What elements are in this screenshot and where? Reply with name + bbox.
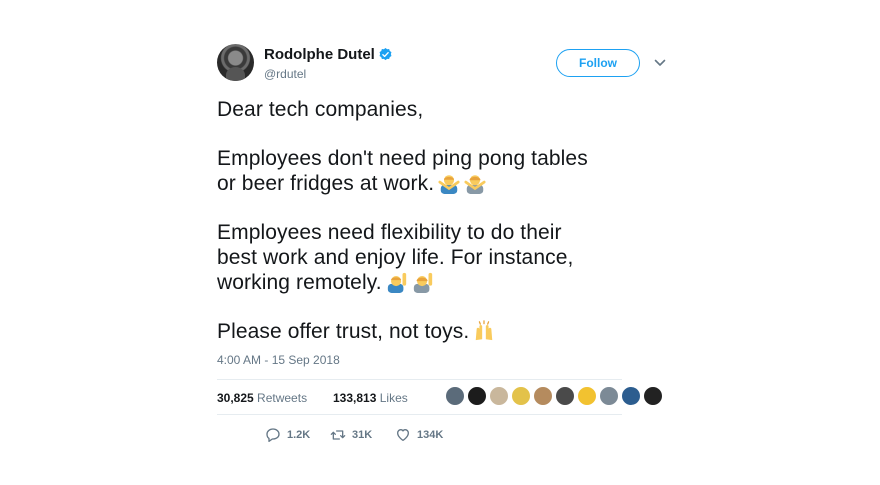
tweet-line-with-emoji: working remotely. (217, 270, 671, 295)
follow-button[interactable]: Follow (556, 49, 640, 77)
engagement-stats: 30,825 Retweets 133,813 Likes (217, 380, 671, 414)
retweet-icon (330, 430, 346, 440)
reply-icon (266, 428, 280, 442)
tweet-line: Employees don't need ping pong tables (217, 147, 588, 170)
avatar[interactable] (217, 44, 254, 81)
tweet-text: Dear tech companies, Employees don't nee… (217, 97, 671, 344)
liker-avatar[interactable] (577, 386, 597, 406)
tweet-line-with-emoji: or beer fridges at work. (217, 171, 671, 196)
liker-avatar[interactable] (621, 386, 641, 406)
liker-avatar[interactable] (489, 386, 509, 406)
reply-count: 1.2K (287, 429, 311, 441)
retweets-label: Retweets (257, 391, 308, 405)
likes-count: 133,813 (333, 391, 377, 405)
raising-hands-emoji (476, 320, 493, 341)
liker-avatar[interactable] (511, 386, 531, 406)
tweet-line: best work and enjoy life. For instance, (217, 246, 574, 269)
author-block: Rodolphe Dutel @rdutel (264, 46, 393, 81)
likes-stat[interactable]: 133,813 Likes (333, 391, 408, 405)
tweet-paragraph: Employees don't need ping pong tables or… (217, 146, 671, 196)
woman-raising-hand-emoji (413, 272, 432, 293)
like-count: 134K (417, 429, 444, 441)
tweet-line-text: or beer fridges at work. (217, 172, 435, 195)
liker-avatar[interactable] (599, 386, 619, 406)
liker-avatar[interactable] (467, 386, 487, 406)
liker-avatar[interactable] (445, 386, 465, 406)
liker-avatar[interactable] (643, 386, 663, 406)
man-raising-hand-emoji (387, 272, 406, 293)
tweet-line: Employees need flexibility to do their (217, 221, 562, 244)
person-gesturing-no-man-emoji (438, 175, 460, 194)
heart-icon (397, 429, 409, 441)
tweet-line-with-emoji: Please offer trust, not toys. (217, 319, 671, 344)
tweet-paragraph: Dear tech companies, (217, 97, 671, 122)
tweet-line-text: Please offer trust, not toys. (217, 320, 470, 343)
liker-avatar[interactable] (555, 386, 575, 406)
tweet-paragraph: Employees need flexibility to do their b… (217, 220, 671, 295)
tweet-line: Dear tech companies, (217, 98, 424, 121)
tweet-line-text: working remotely. (217, 271, 382, 294)
chevron-down-icon[interactable] (654, 58, 666, 68)
person-gesturing-no-woman-emoji (464, 175, 486, 194)
likes-label: Likes (379, 391, 408, 405)
retweets-stat[interactable]: 30,825 Retweets (217, 391, 307, 405)
tweet-timestamp[interactable]: 4:00 AM - 15 Sep 2018 (217, 353, 671, 367)
tweet-actions: 1.2K 31K 134K (217, 415, 671, 455)
verified-badge-icon (379, 48, 392, 61)
tweet-header: Rodolphe Dutel @rdutel Follow (217, 44, 671, 90)
tweet-paragraph: Please offer trust, not toys. (217, 319, 671, 344)
author-display-name[interactable]: Rodolphe Dutel (264, 46, 375, 63)
liker-avatar[interactable] (533, 386, 553, 406)
author-handle[interactable]: @rdutel (264, 67, 393, 81)
retweets-count: 30,825 (217, 391, 254, 405)
tweet-card: Rodolphe Dutel @rdutel Follow Dear tech … (217, 44, 671, 455)
retweet-count: 31K (352, 429, 373, 441)
